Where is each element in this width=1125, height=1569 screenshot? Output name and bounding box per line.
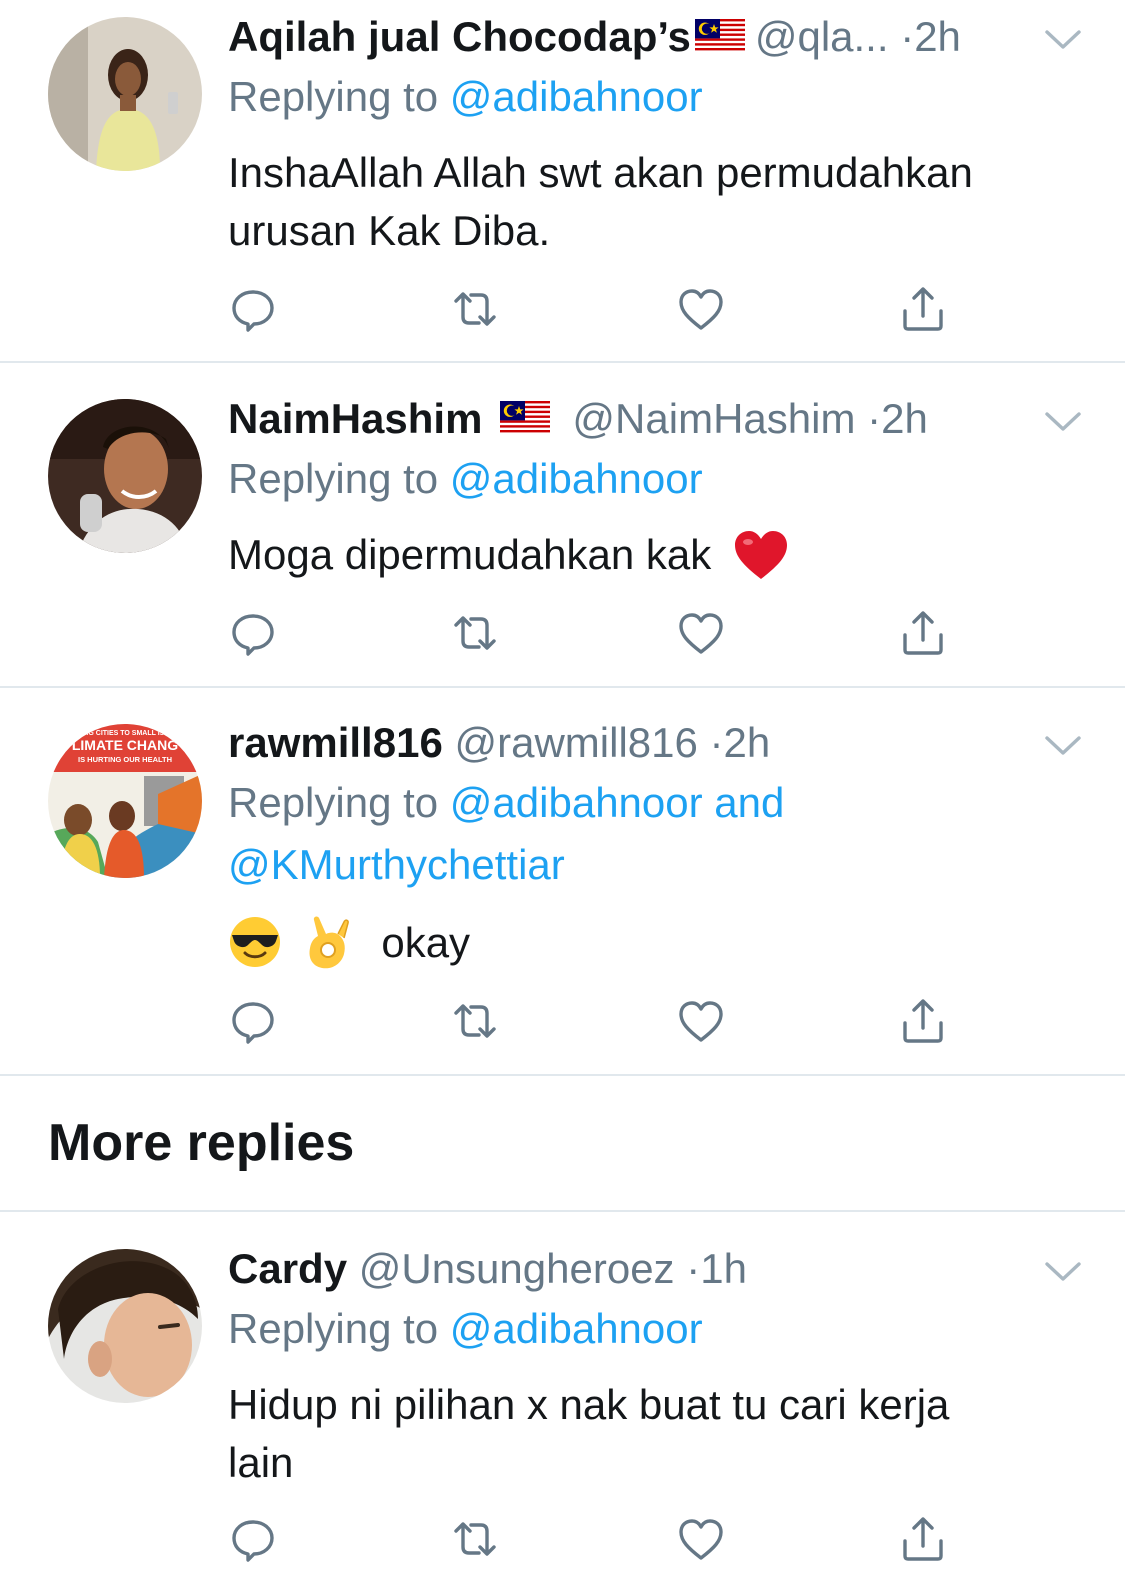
chevron-down-icon[interactable] [1044, 28, 1082, 52]
mention-link[interactable]: @KMurthychettiar [228, 841, 565, 888]
timestamp[interactable]: 2h [724, 719, 771, 766]
avatar-photo-icon [48, 399, 202, 553]
action-bar [228, 1514, 968, 1564]
replying-prefix: Replying to [228, 73, 439, 120]
avatar-photo-icon [48, 1249, 202, 1403]
replying-to: Replying to @adibahnoor [228, 66, 1088, 128]
tweet-header: Aqilah jual Chocodap’s @qla... ·2h [228, 12, 961, 62]
red-heart-emoji [734, 530, 787, 579]
section-heading-more-replies: More replies [48, 1114, 355, 1172]
replying-prefix: Replying to [228, 779, 439, 826]
malaysia-flag-icon [500, 401, 550, 435]
retweet-icon[interactable] [450, 1514, 500, 1564]
reply-icon[interactable] [228, 284, 278, 334]
retweet-icon[interactable] [450, 996, 500, 1046]
username[interactable]: @NaimHashim [572, 395, 855, 442]
chevron-down-icon[interactable] [1044, 734, 1082, 758]
ok-hand-emoji [309, 916, 349, 969]
action-bar [228, 284, 968, 334]
retweet-icon[interactable] [450, 284, 500, 334]
sunglasses-face-emoji [230, 917, 280, 967]
replying-prefix: Replying to [228, 455, 439, 502]
reply-icon[interactable] [228, 608, 278, 658]
share-icon[interactable] [898, 996, 948, 1046]
avatar[interactable] [48, 399, 202, 553]
tweet-text: InshaAllah Allah swt akan permudahkan ur… [228, 144, 1088, 260]
timestamp[interactable]: 2h [881, 395, 928, 442]
reply-icon[interactable] [228, 996, 278, 1046]
replying-to: Replying to @adibahnoor and @KMurthychet… [228, 772, 1088, 896]
like-icon[interactable] [676, 284, 726, 334]
retweet-icon[interactable] [450, 608, 500, 658]
display-name[interactable]: rawmill816 [228, 719, 443, 766]
action-bar [228, 608, 968, 658]
mention-link[interactable]: @adibahnoor and [450, 779, 785, 826]
mention-link[interactable]: @adibahnoor [450, 455, 703, 502]
timestamp[interactable]: 2h [914, 13, 961, 60]
separator-dot: · [900, 13, 915, 60]
tweet-text-line: Hidup ni pilihan x nak buat tu cari kerj… [228, 1381, 950, 1428]
display-name[interactable]: Cardy [228, 1245, 347, 1292]
replying-to: Replying to @adibahnoor [228, 1298, 1088, 1360]
tweet[interactable]: NaimHashim @NaimHashim ·2h Replying to @a… [0, 362, 1125, 686]
replying-prefix: Replying to [228, 1305, 439, 1352]
share-icon[interactable] [898, 284, 948, 334]
replying-to: Replying to @adibahnoor [228, 448, 1088, 510]
tweet-text-line: InshaAllah Allah swt akan permudahkan [228, 149, 973, 196]
tweet[interactable]: Cardy @Unsungheroez ·1h Replying to @adi… [0, 1212, 1125, 1569]
tweet-text: Hidup ni pilihan x nak buat tu cari kerj… [228, 1376, 1088, 1492]
display-name[interactable]: NaimHashim [228, 395, 482, 442]
timestamp[interactable]: 1h [700, 1245, 747, 1292]
username[interactable]: @Unsungheroez [359, 1245, 675, 1292]
avatar[interactable]: BIG CITIES TO SMALL ISL LIMATE CHANG IS … [48, 724, 202, 878]
tweet-text: Moga dipermudahkan kak [228, 526, 1088, 587]
tweet-header: Cardy @Unsungheroez ·1h [228, 1244, 747, 1294]
like-icon[interactable] [676, 996, 726, 1046]
share-icon[interactable] [898, 1514, 948, 1564]
tweet-text-line: urusan Kak Diba. [228, 207, 551, 254]
avatar[interactable] [48, 1249, 202, 1403]
username[interactable]: @qla... [755, 13, 889, 60]
avatar[interactable] [48, 17, 202, 171]
tweet-text-line: lain [228, 1439, 294, 1486]
tweet[interactable]: Aqilah jual Chocodap’s @qla... ·2h Replyi… [0, 0, 1125, 362]
avatar-caption-line: IS HURTING OUR HEALTH [78, 755, 172, 764]
tweet-text: okay [228, 914, 1088, 978]
share-icon[interactable] [898, 608, 948, 658]
chevron-down-icon[interactable] [1044, 410, 1082, 434]
avatar-caption-line: BIG CITIES TO SMALL ISL [81, 730, 169, 737]
avatar-photo-icon: BIG CITIES TO SMALL ISL LIMATE CHANG IS … [48, 724, 202, 878]
avatar-caption-line: LIMATE CHANG [72, 737, 178, 753]
separator-dot: · [686, 1245, 701, 1292]
like-icon[interactable] [676, 608, 726, 658]
tweet[interactable]: BIG CITIES TO SMALL ISL LIMATE CHANG IS … [0, 688, 1125, 1074]
display-name[interactable]: Aqilah jual Chocodap’s [228, 13, 691, 60]
tweet-text-line: Moga dipermudahkan kak [228, 531, 712, 578]
like-icon[interactable] [676, 1514, 726, 1564]
avatar-photo-icon [48, 17, 202, 171]
separator-dot: · [867, 395, 882, 442]
tweet-header: NaimHashim @NaimHashim ·2h [228, 394, 928, 444]
divider [0, 1074, 1125, 1076]
mention-link[interactable]: @adibahnoor [450, 1305, 703, 1352]
separator-dot: · [709, 719, 724, 766]
tweet-text-line: okay [381, 919, 471, 967]
reply-icon[interactable] [228, 1514, 278, 1564]
username[interactable]: @rawmill816 [454, 719, 697, 766]
action-bar [228, 996, 968, 1046]
chevron-down-icon[interactable] [1044, 1260, 1082, 1284]
malaysia-flag-icon [695, 19, 745, 53]
tweet-header: rawmill816 @rawmill816 ·2h [228, 718, 770, 768]
mention-link[interactable]: @adibahnoor [450, 73, 703, 120]
